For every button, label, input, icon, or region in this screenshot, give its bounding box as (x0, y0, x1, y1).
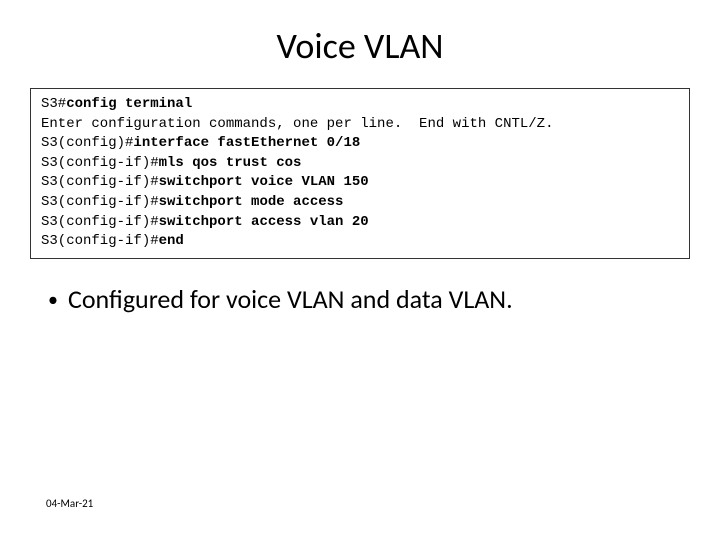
terminal-command: interface fastEthernet 0/18 (133, 135, 360, 151)
terminal-prompt: S3(config)# (41, 135, 133, 151)
footer-date: 04-Mar-21 (46, 497, 93, 510)
terminal-command: switchport access vlan 20 (159, 214, 369, 230)
terminal-line: S3(config-if)#switchport mode access (41, 193, 679, 213)
bullet-item: • Configured for voice VLAN and data VLA… (48, 283, 672, 317)
slide-title: Voice VLAN (0, 0, 720, 88)
terminal-line: S3(config-if)#mls qos trust cos (41, 154, 679, 174)
terminal-command: switchport voice VLAN 150 (159, 174, 369, 190)
terminal-line: S3#config terminal (41, 95, 679, 115)
bullet-dot-icon: • (48, 283, 58, 317)
terminal-prompt: S3(config-if)# (41, 233, 159, 249)
terminal-line: Enter configuration commands, one per li… (41, 115, 679, 135)
terminal-prompt: S3# (41, 96, 66, 112)
terminal-command: switchport mode access (159, 194, 344, 210)
terminal-prompt: Enter configuration commands, one per li… (41, 116, 553, 132)
terminal-command: config terminal (66, 96, 192, 112)
terminal-line: S3(config-if)#switchport voice VLAN 150 (41, 173, 679, 193)
terminal-command: end (159, 233, 184, 249)
terminal-line: S3(config-if)#switchport access vlan 20 (41, 213, 679, 233)
terminal-prompt: S3(config-if)# (41, 174, 159, 190)
bullet-list: • Configured for voice VLAN and data VLA… (0, 259, 720, 317)
terminal-prompt: S3(config-if)# (41, 155, 159, 171)
terminal-prompt: S3(config-if)# (41, 194, 159, 210)
bullet-text: Configured for voice VLAN and data VLAN. (68, 283, 513, 315)
terminal-line: S3(config)#interface fastEthernet 0/18 (41, 134, 679, 154)
terminal-line: S3(config-if)#end (41, 232, 679, 252)
terminal-prompt: S3(config-if)# (41, 214, 159, 230)
terminal-command: mls qos trust cos (159, 155, 302, 171)
terminal-output: S3#config terminal Enter configuration c… (30, 88, 690, 259)
